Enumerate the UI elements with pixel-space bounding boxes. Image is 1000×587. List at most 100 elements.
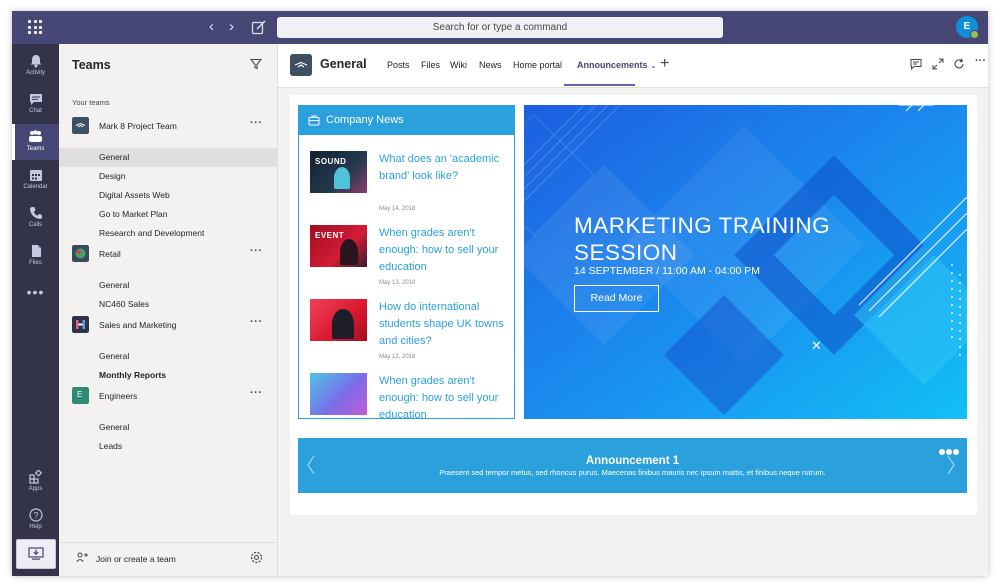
news-item[interactable]: How do international students shape UK t…	[299, 299, 514, 373]
conversation-icon[interactable]	[910, 58, 922, 70]
tab-home-portal[interactable]: Home portal	[513, 60, 562, 70]
app-bar-label: Apps	[28, 486, 43, 492]
add-team-icon[interactable]	[76, 552, 89, 563]
team-mark-8-project-team[interactable]: Mark 8 Project Team ···	[59, 117, 278, 137]
panel-title: Teams	[72, 58, 111, 72]
tab-posts[interactable]: Posts	[387, 60, 410, 70]
app-launcher-icon[interactable]	[28, 20, 42, 34]
carousel-dot[interactable]	[939, 449, 945, 455]
carousel-dot[interactable]	[953, 449, 959, 455]
read-more-button[interactable]: Read More	[574, 285, 659, 312]
marketing-banner[interactable]: MARKETING TRAINING SESSION 14 SEPTEMBER …	[524, 105, 967, 419]
channel-label: Monthly Reports	[99, 370, 167, 380]
channel-label: Leads	[99, 441, 123, 451]
news-item[interactable]: SOUND What does an 'academic brand' look…	[299, 151, 514, 225]
news-title[interactable]: When grades aren't enough: how to sell y…	[379, 373, 507, 418]
channel-monthly-reports[interactable]: Monthly Reports	[59, 366, 278, 385]
expand-icon[interactable]	[932, 58, 944, 70]
sales-marketing-icon	[72, 316, 89, 333]
app-bar-calendar[interactable]: Calendar	[12, 162, 59, 198]
app-bar-files[interactable]: Files	[12, 238, 59, 274]
team-name: Engineers	[99, 391, 138, 401]
close-icon[interactable]: ✕	[811, 338, 822, 354]
top-bar: ‹ › Search for or type a command E	[12, 11, 988, 44]
teams-panel: Teams Your teams Mark 8 Project Team ···…	[59, 44, 278, 576]
app-bar-label: Help	[29, 524, 42, 530]
news-thumbnail	[310, 299, 367, 341]
app-bar-label: Chat	[29, 108, 42, 114]
news-title[interactable]: When grades aren't enough: how to sell y…	[379, 225, 507, 276]
channel-research-and-development[interactable]: Research and Development	[59, 224, 278, 243]
tab-files[interactable]: Files	[421, 60, 440, 70]
news-date: May 13, 2018	[379, 280, 416, 286]
banner-title: MARKETING TRAINING SESSION	[574, 213, 831, 265]
more-apps-icon[interactable]: •••	[12, 284, 59, 300]
team-initial: E	[77, 390, 83, 399]
channel-label: General	[99, 351, 130, 361]
thumbnail-text: EVENT	[315, 231, 345, 240]
join-create-team-link[interactable]: Join or create a team	[96, 554, 176, 564]
channel-team-icon	[290, 54, 312, 76]
search-input[interactable]: Search for or type a command	[277, 17, 723, 38]
news-item[interactable]: EVENT When grades aren't enough: how to …	[299, 225, 514, 299]
tab-news[interactable]: News	[479, 60, 502, 70]
announcement-text: Praesent sed tempor metus, sed rhoncus p…	[439, 468, 826, 477]
channel-general[interactable]: General	[59, 148, 278, 167]
section-label: Your teams	[72, 98, 110, 107]
compose-icon[interactable]	[251, 19, 267, 35]
download-app-button[interactable]	[16, 539, 56, 569]
channel-design[interactable]: Design	[59, 167, 278, 186]
app-bar-activity[interactable]: Activity	[12, 48, 59, 84]
channel-nc460-sales[interactable]: NC460 Sales	[59, 295, 278, 314]
gear-icon[interactable]	[250, 551, 263, 564]
channel-label: General	[99, 280, 130, 290]
news-date: May 12, 2018	[379, 354, 416, 360]
refresh-icon[interactable]	[953, 58, 965, 70]
team-engineers[interactable]: E Engineers ···	[59, 387, 278, 407]
page-title: General	[320, 57, 367, 71]
app-bar-label: Calendar	[23, 184, 48, 190]
back-icon[interactable]: ‹	[209, 18, 214, 35]
app-bar-teams[interactable]: Teams	[12, 124, 59, 160]
app-bar-chat[interactable]: Chat	[12, 86, 59, 122]
app-bar-help[interactable]: ? Help	[12, 502, 59, 538]
channel-general[interactable]: General	[59, 418, 278, 437]
app-bar-calls[interactable]: Calls	[12, 200, 59, 236]
tab-announcements[interactable]: Announcements ⌄	[577, 60, 657, 70]
news-date: May 14, 2018	[379, 206, 416, 212]
news-thumbnail: EVENT	[310, 225, 367, 267]
app-bar-label: Calls	[28, 222, 43, 228]
channel-leads[interactable]: Leads	[59, 437, 278, 456]
news-item[interactable]: When grades aren't enough: how to sell y…	[299, 373, 514, 418]
team-sales-and-marketing[interactable]: Sales and Marketing ···	[59, 316, 278, 336]
filter-icon[interactable]	[250, 58, 262, 70]
help-icon: ?	[28, 508, 43, 522]
panel-footer: Join or create a team	[59, 542, 278, 576]
teams-icon	[29, 130, 42, 142]
channel-label: General	[99, 422, 130, 432]
more-options-icon[interactable]: ···	[250, 316, 263, 328]
forward-icon[interactable]: ›	[229, 18, 234, 35]
announcement-carousel: Announcement 1 Praesent sed tempor metus…	[298, 438, 967, 493]
news-title[interactable]: What does an 'academic brand' look like?	[379, 151, 507, 185]
more-options-icon[interactable]: ···	[250, 245, 263, 257]
channel-go-to-market-plan[interactable]: Go to Market Plan	[59, 205, 278, 224]
channel-digital-assets-web[interactable]: Digital Assets Web	[59, 186, 278, 205]
carousel-dot[interactable]	[946, 449, 952, 455]
app-bar: Activity Chat Teams Calendar Calls Files…	[12, 44, 59, 576]
add-tab-button[interactable]: +	[660, 55, 669, 73]
team-retail[interactable]: Retail ···	[59, 245, 278, 265]
app-bar-apps[interactable]: Apps	[12, 464, 59, 500]
more-options-icon[interactable]: ···	[250, 117, 263, 129]
company-news-panel: Company News SOUND What does an 'academi…	[298, 105, 515, 419]
carousel-dots	[938, 442, 959, 460]
more-options-icon[interactable]: ···	[975, 55, 986, 67]
svg-text:?: ?	[33, 511, 38, 521]
channel-label: Digital Assets Web	[99, 190, 170, 200]
channel-general[interactable]: General	[59, 276, 278, 295]
news-title[interactable]: How do international students shape UK t…	[379, 299, 507, 350]
app-bar-label: Files	[29, 260, 42, 266]
channel-general[interactable]: General	[59, 347, 278, 366]
tab-wiki[interactable]: Wiki	[450, 60, 467, 70]
more-options-icon[interactable]: ···	[250, 387, 263, 399]
